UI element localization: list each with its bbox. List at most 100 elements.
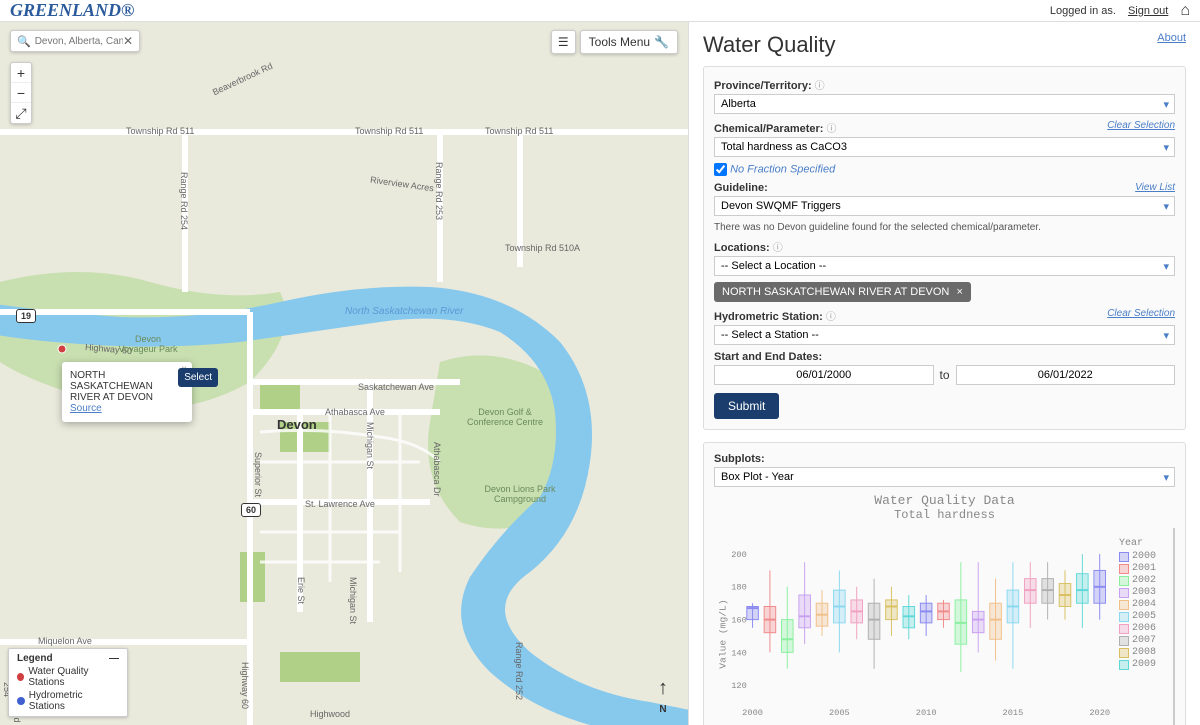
svg-text:160: 160 (731, 615, 747, 625)
dates-label: Start and End Dates: (714, 351, 1175, 363)
map-label-michigan2: Michigan St (348, 577, 358, 624)
map-label-twp511a: Township Rd 511 (126, 126, 194, 136)
no-fraction-label: No Fraction Specified (730, 163, 835, 175)
map-station-popup: × NORTH SASKATCHEWAN RIVER AT DEVON Sour… (62, 362, 192, 422)
map-label-golf: Devon Golf & Conference Centre (465, 407, 545, 427)
svg-text:140: 140 (731, 648, 747, 658)
locations-label: Locations: ⓘ (714, 239, 1175, 254)
sign-out-link[interactable]: Sign out (1128, 5, 1168, 17)
chart-svg[interactable]: Value (mg/L) Year 1201401601802002000200… (714, 528, 1119, 725)
submit-button[interactable]: Submit (714, 393, 779, 419)
panel-title: Water Quality (703, 32, 1186, 58)
search-icon: 🔍 (17, 35, 31, 48)
help-icon[interactable]: ⓘ (826, 312, 836, 323)
legend-row[interactable]: 2004 (1119, 599, 1173, 610)
svg-text:2015: 2015 (1003, 708, 1024, 718)
chart-area: Value (mg/L) Year 1201401601802002000200… (714, 528, 1175, 725)
home-icon[interactable]: ⌂ (1180, 2, 1190, 20)
legend-row[interactable]: 2009 (1119, 659, 1173, 670)
map-label-river: North Saskatchewan River (345, 306, 463, 317)
header-right: Logged in as. Sign out ⌂ (1050, 2, 1190, 20)
map-area[interactable]: 🔍 ✕ + − ⤢ ☰ Tools Menu 🔧 Devon North Sas… (0, 22, 688, 725)
clear-hydro-link[interactable]: Clear Selection (1107, 308, 1175, 323)
about-link[interactable]: About (1157, 32, 1186, 44)
popup-select-button[interactable]: Select (178, 368, 218, 387)
start-date-input[interactable] (714, 365, 934, 385)
map-label-stlawrence: St. Lawrence Ave (305, 499, 375, 509)
location-tag: NORTH SASKATCHEWAN RIVER AT DEVON × (714, 282, 971, 302)
location-tag-remove-icon[interactable]: × (956, 286, 962, 298)
no-fraction-row: No Fraction Specified (714, 163, 1175, 176)
svg-text:2005: 2005 (829, 708, 850, 718)
map-label-michigan: Michigan St (365, 422, 375, 469)
legend-row-wq: Water Quality Stations (17, 666, 119, 688)
layers-button[interactable]: ☰ (551, 30, 576, 54)
zoom-in-button[interactable]: + (11, 63, 31, 83)
legend-row[interactable]: 2001 (1119, 563, 1173, 574)
zoom-control: + − ⤢ (10, 62, 32, 124)
map-label-erie: Erie St (296, 577, 306, 604)
map-search-box: 🔍 ✕ (10, 30, 140, 52)
search-input[interactable] (35, 36, 123, 47)
map-label-twp511b: Township Rd 511 (355, 126, 423, 136)
legend-row[interactable]: 2008 (1119, 647, 1173, 658)
subplots-label: Subplots: (714, 453, 1175, 465)
svg-text:200: 200 (731, 550, 747, 560)
hydro-label: Hydrometric Station: ⓘ Clear Selection (714, 308, 1175, 323)
legend-hydro-label: Hydrometric Stations (29, 690, 119, 712)
locations-select[interactable] (714, 256, 1175, 276)
legend-row-hydro: Hydrometric Stations (17, 690, 119, 712)
help-icon[interactable]: ⓘ (773, 243, 783, 254)
app-logo: GREENLAND® (10, 0, 134, 21)
tools-menu-group: ☰ Tools Menu 🔧 (551, 30, 678, 54)
legend-row[interactable]: 2006 (1119, 623, 1173, 634)
help-icon[interactable]: ⓘ (815, 81, 825, 92)
tools-menu-label: Tools Menu (589, 35, 650, 49)
legend-row[interactable]: 2002 (1119, 575, 1173, 586)
zoom-out-button[interactable]: − (11, 83, 31, 103)
map-label-twp510a: Township Rd 510A (505, 243, 580, 253)
map-label-twp511c: Township Rd 511 (485, 126, 553, 136)
hwy-shield-19: 19 (16, 309, 36, 323)
popup-source-link[interactable]: Source (70, 403, 102, 414)
date-to-label: to (940, 368, 950, 382)
map-label-athabasca-dr: Athabasca Dr (432, 442, 442, 497)
map-legend: Legend — Water Quality Stations Hydromet… (8, 648, 128, 717)
legend-dot-red (17, 673, 24, 681)
map-label-superior: Superior St (253, 452, 263, 497)
zoom-home-button[interactable]: ⤢ (11, 103, 31, 123)
legend-row[interactable]: 2000 (1119, 551, 1173, 562)
tools-menu-button[interactable]: Tools Menu 🔧 (580, 30, 678, 54)
legend-collapse-icon[interactable]: — (109, 653, 119, 664)
province-label: Province/Territory: ⓘ (714, 77, 1175, 92)
search-clear-icon[interactable]: ✕ (123, 34, 133, 48)
chart-title: Water Quality Data (714, 493, 1175, 508)
legend-title: Legend (17, 653, 53, 664)
map-label-voyageur: Devon Voyageur Park (118, 334, 178, 354)
no-fraction-checkbox[interactable] (714, 163, 727, 176)
legend-row[interactable]: 2005 (1119, 611, 1173, 622)
legend-heading: Year (1119, 538, 1173, 549)
legend-row[interactable]: 2007 (1119, 635, 1173, 646)
guideline-select[interactable] (714, 196, 1175, 216)
right-panel: About Water Quality Province/Territory: … (688, 22, 1200, 725)
province-select[interactable] (714, 94, 1175, 114)
subplots-select[interactable] (714, 467, 1175, 487)
compass-icon: ↑N (658, 679, 668, 715)
view-list-link[interactable]: View List (1135, 182, 1175, 194)
end-date-input[interactable] (956, 365, 1176, 385)
map-label-saskatchewan: Saskatchewan Ave (358, 382, 434, 392)
clear-chemical-link[interactable]: Clear Selection (1107, 120, 1175, 135)
map-label-hwy60b: Highway 60 (240, 662, 250, 709)
map-label-devon: Devon (277, 417, 317, 432)
chemical-label: Chemical/Parameter: ⓘ Clear Selection (714, 120, 1175, 135)
chemical-select[interactable] (714, 137, 1175, 157)
help-icon[interactable]: ⓘ (827, 124, 837, 135)
chart-legend: Year 20002001200220032004200520062007200… (1119, 528, 1175, 725)
app-header: GREENLAND® Logged in as. Sign out ⌂ (0, 0, 1200, 22)
legend-wq-label: Water Quality Stations (28, 666, 119, 688)
map-label-athabasca: Athabasca Ave (325, 407, 385, 417)
legend-row[interactable]: 2003 (1119, 587, 1173, 598)
map-label-highwood: Highwood (310, 709, 350, 719)
hydro-select[interactable] (714, 325, 1175, 345)
